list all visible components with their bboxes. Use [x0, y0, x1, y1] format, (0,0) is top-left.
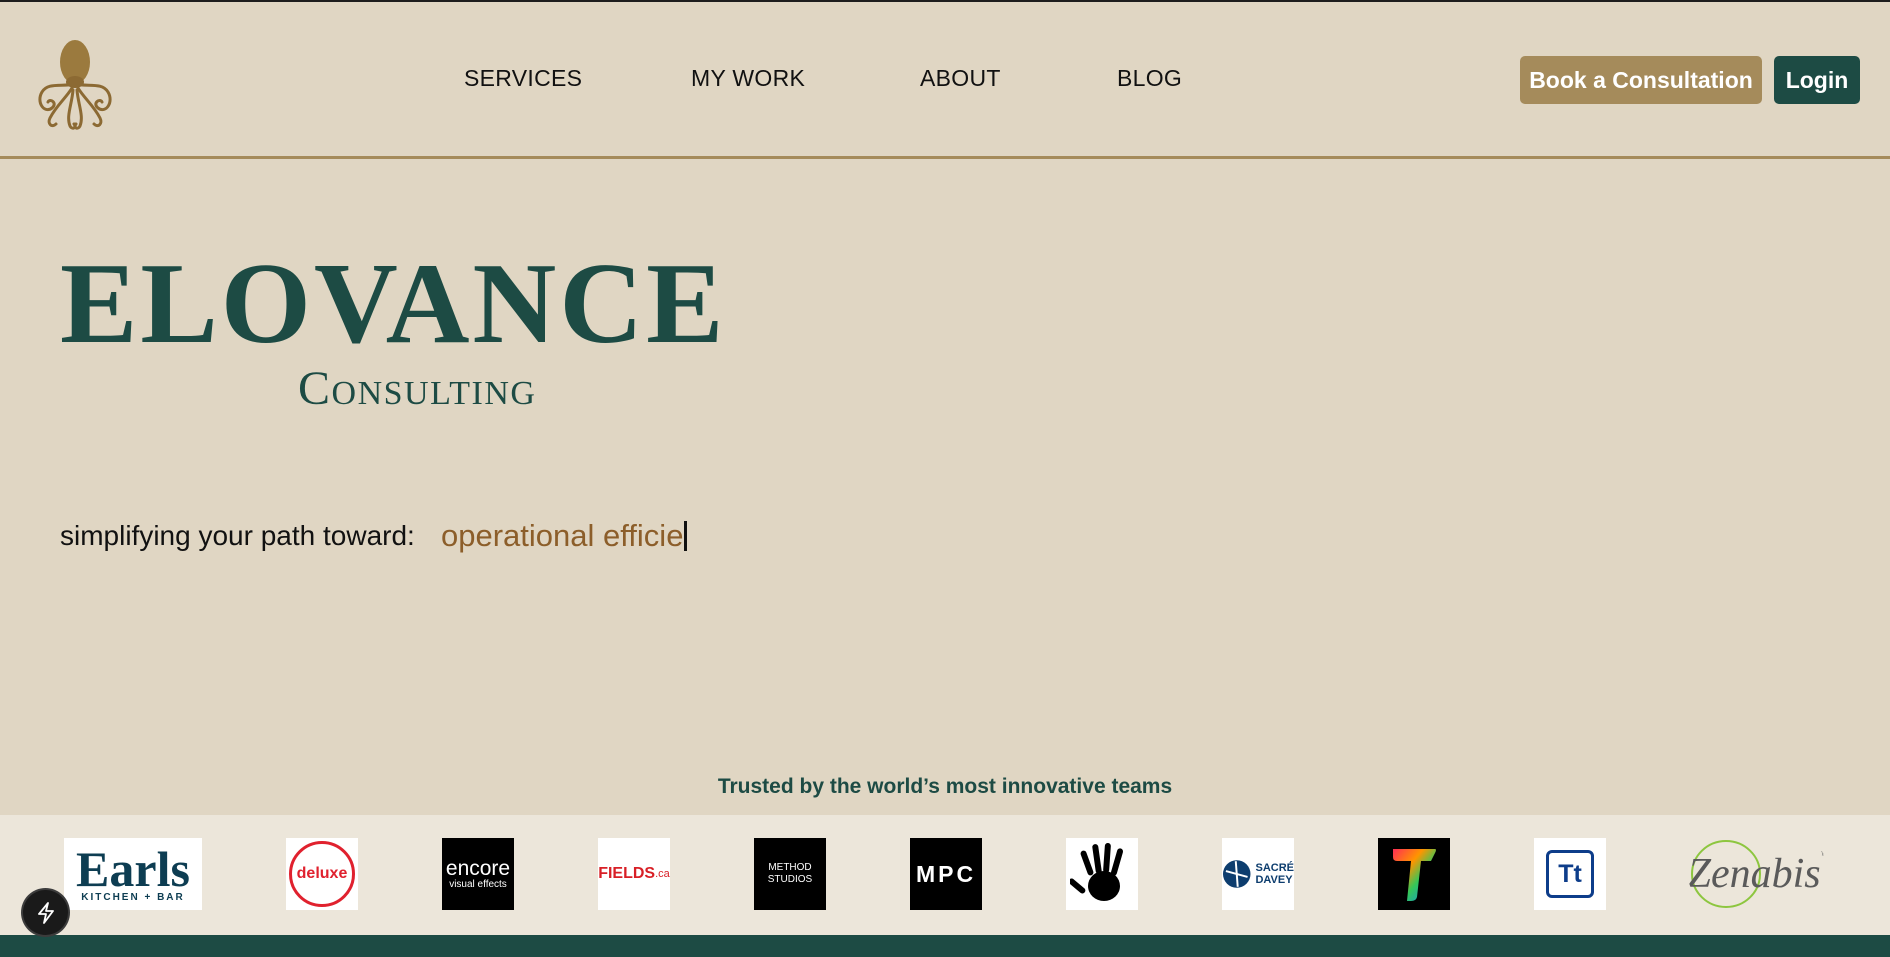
client-logo-sacre-davey: SACRÉ DAVEY	[1222, 838, 1294, 910]
login-button[interactable]: Login	[1774, 56, 1860, 104]
deluxe-wordmark: deluxe	[296, 865, 348, 882]
zenabis-wordmark: Zenabis	[1688, 851, 1821, 897]
client-logo-method-studios: METHOD STUDIOS	[754, 838, 826, 910]
brand-title: ELOVANCE	[60, 240, 727, 368]
client-logo-deluxe: deluxe	[286, 838, 358, 910]
mpc-wordmark: MPC	[915, 860, 977, 887]
client-logo-encore: encore visual effects	[442, 838, 514, 910]
zenabis-tm: ™	[1820, 850, 1830, 861]
client-logo-t	[1378, 838, 1450, 910]
tt-wordmark: Tt	[1558, 859, 1582, 888]
lightning-icon	[37, 901, 54, 924]
typing-caret	[684, 521, 687, 551]
encore-subtext: visual effects	[449, 878, 507, 890]
client-logo-earls: Earls KITCHEN + BAR	[64, 838, 202, 910]
handprint-icon	[1070, 843, 1124, 901]
site-header: SERVICES MY WORK ABOUT BLOG Book a Consu…	[0, 2, 1890, 159]
clients-heading: Trusted by the world’s most innovative t…	[717, 775, 1173, 798]
nav-my-work[interactable]: MY WORK	[691, 65, 805, 92]
encore-wordmark: encore	[445, 856, 511, 880]
octopus-logo-icon[interactable]	[32, 32, 118, 132]
footer-band	[0, 935, 1890, 957]
client-logo-zenabis: Zenabis ™	[1688, 838, 1830, 910]
tagline-prefix: simplifying your path toward:	[60, 520, 415, 551]
client-logo-mpc: MPC	[910, 838, 982, 910]
fields-wordmark: FIELDS	[598, 865, 656, 882]
book-consultation-button[interactable]: Book a Consultation	[1520, 56, 1762, 104]
client-logo-handprint	[1066, 838, 1138, 910]
earls-subtext: KITCHEN + BAR	[81, 891, 185, 903]
client-logo-fields: FIELDS .ca	[598, 838, 670, 910]
typed-text: operational efficie	[441, 518, 684, 553]
brand-subtitle: Consulting	[298, 362, 537, 415]
nav-about[interactable]: ABOUT	[920, 65, 1001, 92]
sacre-wordmark: SACRÉ	[1255, 862, 1294, 874]
lightning-action-button[interactable]	[23, 890, 68, 935]
earls-wordmark: Earls	[76, 840, 190, 897]
method-wordmark: METHOD	[768, 862, 812, 873]
nav-blog[interactable]: BLOG	[1117, 65, 1182, 92]
sacre-davey-mark-icon	[1222, 860, 1251, 888]
fields-subtext: .ca	[655, 868, 670, 880]
davey-wordmark: DAVEY	[1255, 874, 1293, 886]
nav-services[interactable]: SERVICES	[464, 65, 582, 92]
client-logo-tt: Tt	[1534, 838, 1606, 910]
rainbow-t-icon	[1393, 849, 1436, 901]
method-subtext: STUDIOS	[767, 874, 813, 885]
